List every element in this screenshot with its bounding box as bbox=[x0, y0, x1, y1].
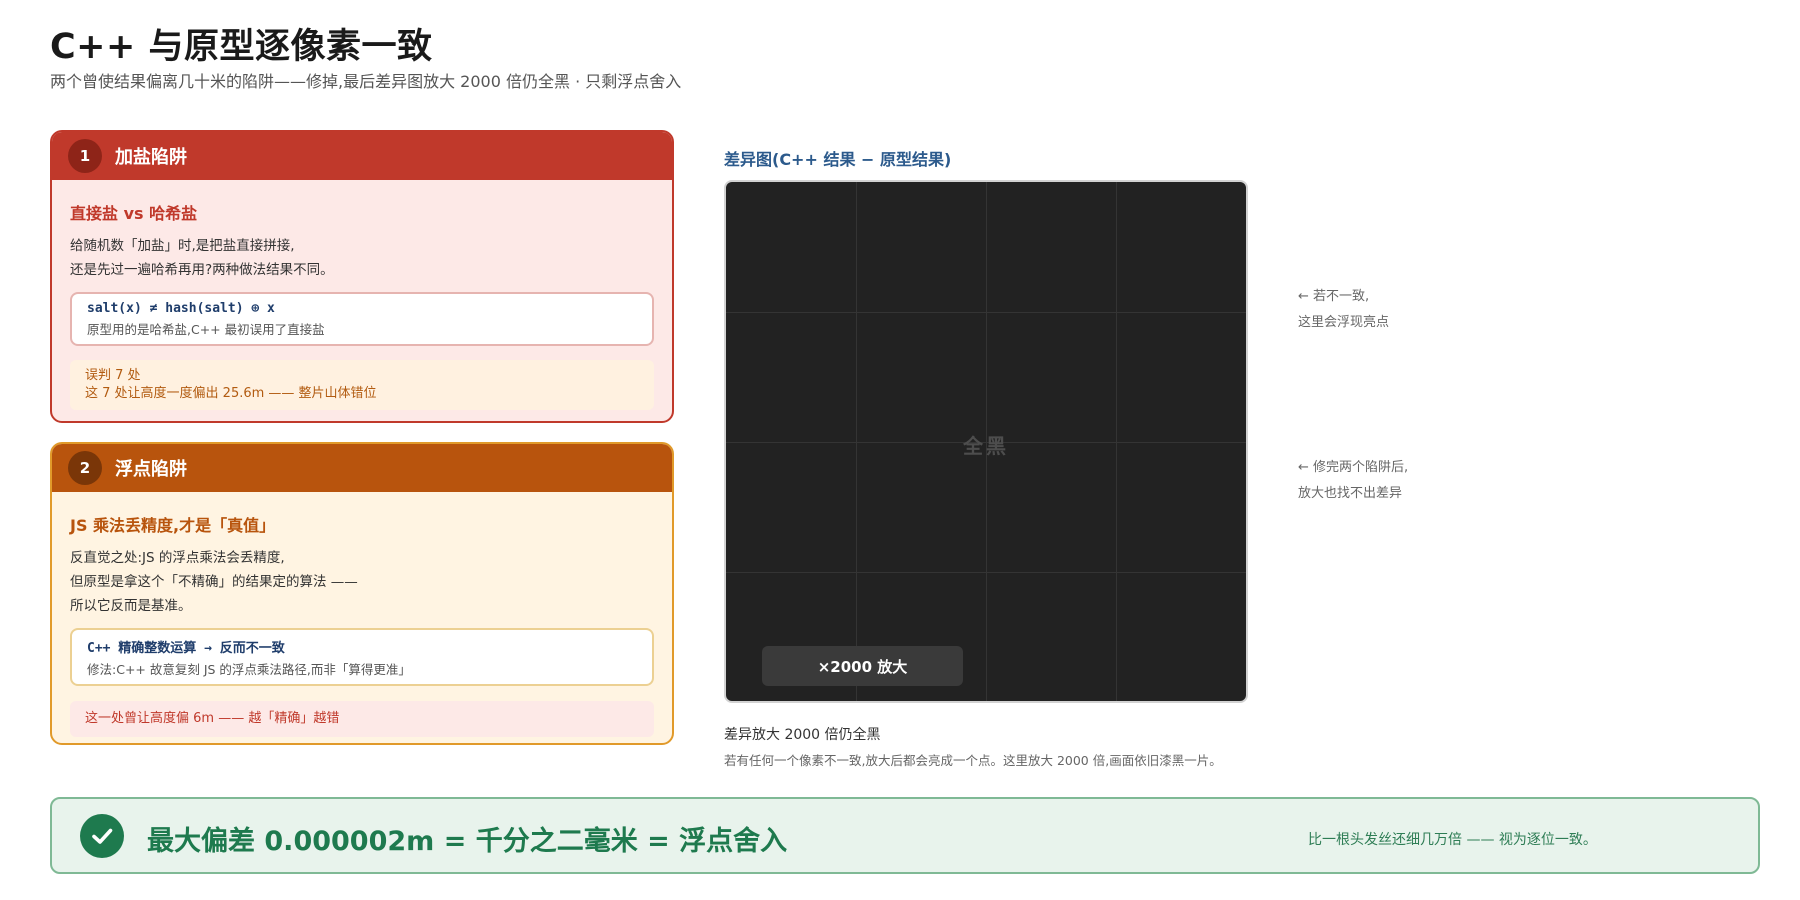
formula-note: 修法:C++ 故意复刻 JS 的浮点乘法路径,而非「算得更准」 bbox=[87, 662, 411, 677]
trap-card-description: 反直觉之处:JS 的浮点乘法会丢精度, 但原型是拿这个「不精确」的结果定的算法 … bbox=[70, 546, 654, 618]
formula-box: salt(x) ≠ hash(salt) ⊕ x 原型用的是哈希盐,C++ 最初… bbox=[70, 292, 654, 346]
annotation-line: 这里会浮现亮点 bbox=[1298, 315, 1390, 330]
description-line: 所以它反而是基准。 bbox=[70, 598, 192, 614]
description-line: 反直觉之处:JS 的浮点乘法会丢精度, bbox=[70, 550, 285, 566]
diff-map-center-label: 全黑 bbox=[963, 434, 1009, 458]
result-banner: 最大偏差 0.000002m = 千分之二毫米 = 浮点舍入 比一根头发丝还细几… bbox=[50, 797, 1760, 874]
annotation-fixed: ← 修完两个陷阱后, 放大也找不出差异 bbox=[1298, 455, 1408, 507]
page-title: C++ 与原型逐像素一致 bbox=[50, 27, 433, 67]
formula-box: C++ 精确整数运算 → 反而不一致 修法:C++ 故意复刻 JS 的浮点乘法路… bbox=[70, 628, 654, 686]
diff-map-label: 差异图(C++ 结果 − 原型结果) bbox=[724, 150, 952, 169]
formula-note: 原型用的是哈希盐,C++ 最初误用了直接盐 bbox=[87, 322, 325, 337]
trap-card-description: 给随机数「加盐」时,是把盐直接拼接, 还是先过一遍哈希再用?两种做法结果不同。 bbox=[70, 234, 654, 282]
grid-line bbox=[726, 312, 1246, 313]
impact-note-line: 这 7 处让高度一度偏出 25.6m —— 整片山体错位 bbox=[85, 386, 377, 401]
result-comment: 比一根头发丝还细几万倍 —— 视为逐位一致。 bbox=[1308, 832, 1597, 848]
annotation-inconsistent: ← 若不一致, 这里会浮现亮点 bbox=[1298, 284, 1389, 336]
zoom-badge: ×2000 放大 bbox=[762, 646, 963, 686]
annotation-line: 放大也找不出差异 bbox=[1298, 486, 1403, 501]
formula-code: salt(x) ≠ hash(salt) ⊕ x bbox=[87, 301, 275, 316]
annotation-line: ← 若不一致, bbox=[1298, 289, 1370, 304]
impact-note: 这一处曾让高度偏 6m —— 越「精确」越错 bbox=[70, 701, 654, 737]
trap-card-header: 2 浮点陷阱 bbox=[52, 444, 672, 492]
trap-card-header: 1 加盐陷阱 bbox=[52, 132, 672, 180]
grid-line bbox=[726, 572, 1246, 573]
trap-card-float: 2 浮点陷阱 JS 乘法丢精度,才是「真值」 反直觉之处:JS 的浮点乘法会丢精… bbox=[50, 442, 674, 745]
impact-note-line: 误判 7 处 bbox=[85, 368, 141, 383]
trap-card-subhead: 直接盐 vs 哈希盐 bbox=[70, 204, 198, 223]
description-line: 还是先过一遍哈希再用?两种做法结果不同。 bbox=[70, 262, 334, 278]
impact-note: 误判 7 处 这 7 处让高度一度偏出 25.6m —— 整片山体错位 bbox=[70, 360, 654, 410]
step-number-badge: 2 bbox=[68, 451, 102, 485]
trap-card-salt: 1 加盐陷阱 直接盐 vs 哈希盐 给随机数「加盐」时,是把盐直接拼接, 还是先… bbox=[50, 130, 674, 423]
diff-caption-title: 差异放大 2000 倍仍全黑 bbox=[724, 727, 881, 743]
check-icon bbox=[80, 814, 124, 858]
trap-card-subhead: JS 乘法丢精度,才是「真值」 bbox=[70, 516, 276, 535]
page-subtitle: 两个曾使结果偏离几十米的陷阱——修掉,最后差异图放大 2000 倍仍全黑 · 只… bbox=[50, 72, 682, 91]
trap-card-title: 浮点陷阱 bbox=[115, 459, 187, 480]
diff-caption-description: 若有任何一个像素不一致,放大后都会亮成一个点。这里放大 2000 倍,画面依旧漆… bbox=[724, 753, 1222, 768]
formula-code: C++ 精确整数运算 → 反而不一致 bbox=[87, 641, 285, 656]
step-number-badge: 1 bbox=[68, 139, 102, 173]
diff-map: 全黑 ×2000 放大 bbox=[724, 180, 1248, 703]
annotation-line: ← 修完两个陷阱后, bbox=[1298, 460, 1409, 475]
trap-card-title: 加盐陷阱 bbox=[115, 147, 187, 168]
description-line: 但原型是拿这个「不精确」的结果定的算法 —— bbox=[70, 574, 358, 590]
result-headline: 最大偏差 0.000002m = 千分之二毫米 = 浮点舍入 bbox=[147, 826, 788, 857]
description-line: 给随机数「加盐」时,是把盐直接拼接, bbox=[70, 238, 295, 254]
